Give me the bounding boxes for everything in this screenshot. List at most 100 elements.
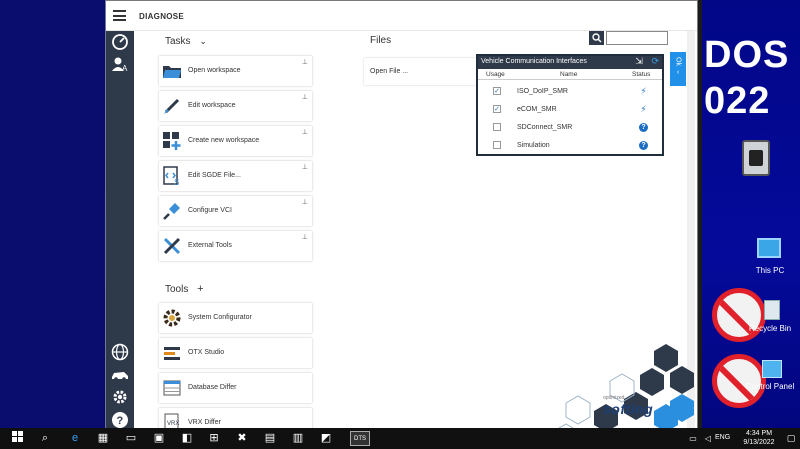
taskbar-app-icon-1[interactable]: ▦ bbox=[95, 431, 111, 446]
vci-device-image bbox=[742, 140, 770, 176]
task-create-new-workspace[interactable]: Create new workspace ⊥ bbox=[159, 126, 312, 156]
settings-gear-icon[interactable] bbox=[110, 388, 130, 408]
tool-otx-studio[interactable]: OTX Studio bbox=[159, 338, 312, 368]
task-open-workspace[interactable]: Open workspace ⊥ bbox=[159, 56, 312, 86]
vci-usage-checkbox[interactable] bbox=[493, 141, 501, 149]
gear-icon bbox=[163, 309, 181, 327]
notifications-icon[interactable]: ▢ bbox=[783, 431, 799, 446]
task-external-tools[interactable]: External Tools ⊥ bbox=[159, 231, 312, 261]
this-pc-label: This PC bbox=[755, 266, 785, 275]
task-configure-vci[interactable]: Configure VCI ⊥ bbox=[159, 196, 312, 226]
vci-name: ISO_DoIP_SMR bbox=[517, 88, 568, 95]
vci-usage-checkbox[interactable]: ✓ bbox=[493, 105, 501, 113]
clock-date: 9/13/2022 bbox=[743, 438, 775, 446]
language-indicator[interactable]: ENG bbox=[715, 434, 730, 441]
volume-icon[interactable]: ◁ bbox=[700, 431, 716, 446]
pin-icon[interactable]: ⊥ bbox=[302, 93, 308, 101]
files-section-title: Files bbox=[370, 35, 392, 46]
taskbar-app-icon-5[interactable]: ⊞ bbox=[206, 431, 222, 446]
open-file-button[interactable]: Open File ... bbox=[364, 58, 476, 85]
taskbar-app-icon-8[interactable]: ▥ bbox=[290, 431, 306, 446]
pin-icon[interactable]: ⊥ bbox=[302, 58, 308, 66]
col-status[interactable]: Status bbox=[632, 71, 650, 78]
vci-row[interactable]: Simulation ? bbox=[478, 137, 662, 155]
side-panel-tab[interactable]: Ok ‹ bbox=[670, 52, 686, 86]
task-label: Configure VCI bbox=[188, 207, 232, 214]
tools-section-title: Tools + bbox=[165, 283, 204, 295]
tool-label: System Configurator bbox=[188, 314, 252, 321]
tool-database-differ[interactable]: Database Differ bbox=[159, 373, 312, 403]
col-usage[interactable]: Usage bbox=[486, 71, 505, 78]
open-file-label: Open File ... bbox=[370, 68, 409, 75]
folder-icon bbox=[163, 66, 181, 78]
diagnose-app-window: DIAGNOSE A ? Tasks ⌄ Open workspace ⊥ Ed bbox=[105, 0, 698, 438]
desktop-left-strip bbox=[0, 0, 104, 428]
control-panel-icon[interactable] bbox=[762, 360, 782, 378]
clock[interactable]: 4:34 PM 9/13/2022 bbox=[737, 430, 781, 447]
export-icon[interactable]: ⇲ bbox=[635, 56, 643, 66]
refresh-icon[interactable]: ⟳ bbox=[651, 56, 659, 66]
taskbar-app-icon-9[interactable]: ◩ bbox=[318, 431, 334, 446]
vci-row[interactable]: ✓ ISO_DoIP_SMR ⚡ bbox=[478, 83, 662, 101]
svg-text:S: S bbox=[174, 178, 179, 186]
task-label: Open workspace bbox=[188, 67, 241, 74]
vci-row[interactable]: SDConnect_SMR ? bbox=[478, 119, 662, 137]
svg-text:?: ? bbox=[117, 415, 124, 427]
col-name[interactable]: Name bbox=[560, 71, 577, 78]
add-tool-icon[interactable]: + bbox=[197, 283, 203, 295]
vci-usage-checkbox[interactable]: ✓ bbox=[493, 87, 501, 95]
app-title: DIAGNOSE bbox=[139, 12, 185, 21]
code-file-icon: S bbox=[163, 166, 179, 186]
pin-icon[interactable]: ⊥ bbox=[302, 128, 308, 136]
desktop-wallpaper-text-1: DOS bbox=[704, 34, 790, 76]
pin-icon[interactable]: ⊥ bbox=[302, 163, 308, 171]
task-label: External Tools bbox=[188, 242, 232, 249]
user-search-icon[interactable]: A bbox=[110, 55, 130, 75]
vci-name: Simulation bbox=[517, 142, 550, 149]
task-edit-workspace[interactable]: Edit workspace ⊥ bbox=[159, 91, 312, 121]
windows-start-icon[interactable] bbox=[9, 431, 25, 446]
pin-icon[interactable]: ⊥ bbox=[302, 198, 308, 206]
hamburger-menu-icon[interactable] bbox=[113, 10, 126, 21]
no-tools-sign-icon bbox=[712, 288, 766, 342]
search-icon[interactable]: ⌕ bbox=[37, 431, 53, 446]
tasks-section-title: Tasks ⌄ bbox=[165, 36, 207, 47]
taskbar-app-icon-2[interactable]: ▭ bbox=[123, 431, 139, 446]
tool-label: Database Differ bbox=[188, 384, 237, 391]
this-pc-icon[interactable] bbox=[757, 238, 781, 258]
taskbar-app-icon-3[interactable]: ▣ bbox=[151, 431, 167, 446]
vehicle-communication-interfaces-panel: Vehicle Communication Interfaces ⇲ ⟳ Usa… bbox=[476, 54, 664, 156]
chevron-left-icon: ‹ bbox=[676, 69, 680, 76]
dashboard-gauge-icon[interactable] bbox=[110, 33, 130, 53]
dts-taskbar-button[interactable]: DTS bbox=[350, 431, 370, 446]
search-button[interactable] bbox=[589, 31, 604, 45]
edge-browser-icon[interactable]: e bbox=[67, 431, 83, 446]
search-input[interactable] bbox=[606, 31, 668, 45]
task-edit-sgde-file[interactable]: S Edit SGDE File... ⊥ bbox=[159, 161, 312, 191]
globe-icon[interactable] bbox=[110, 343, 130, 363]
network-icon[interactable]: ▭ bbox=[685, 431, 701, 446]
clock-time: 4:34 PM bbox=[745, 430, 773, 437]
taskbar-app-icon-7[interactable]: ▤ bbox=[262, 431, 278, 446]
connected-plug-icon: ⚡ bbox=[640, 104, 647, 114]
tool-system-configurator[interactable]: System Configurator bbox=[159, 303, 312, 333]
tool-label: OTX Studio bbox=[188, 349, 225, 356]
task-label: Create new workspace bbox=[188, 137, 260, 144]
no-soldering-sign-icon bbox=[712, 354, 766, 408]
taskbar-app-icon-4[interactable]: ◧ bbox=[179, 431, 195, 446]
hexagon-decoration bbox=[554, 344, 694, 432]
tools-icon bbox=[163, 237, 181, 255]
vci-usage-checkbox[interactable] bbox=[493, 123, 501, 131]
connected-plug-icon: ⚡ bbox=[640, 86, 647, 96]
brand-logo: softing bbox=[603, 401, 654, 417]
control-panel-label: Control Panel bbox=[745, 382, 795, 391]
recycle-bin-icon[interactable] bbox=[764, 300, 780, 320]
pin-icon[interactable]: ⊥ bbox=[302, 233, 308, 241]
vci-column-headers: Usage Name Status bbox=[478, 70, 662, 80]
tool-label: VRX Differ bbox=[188, 419, 221, 426]
windows-taskbar: ⌕ e ▦ ▭ ▣ ◧ ⊞ ✖ ▤ ▥ ◩ DTS ▭ ◁ ENG 4:34 P… bbox=[0, 428, 800, 449]
taskbar-app-icon-6[interactable]: ✖ bbox=[234, 431, 250, 446]
car-icon[interactable] bbox=[110, 366, 130, 386]
chevron-down-icon[interactable]: ⌄ bbox=[199, 36, 207, 46]
vci-row[interactable]: ✓ eCOM_SMR ⚡ bbox=[478, 101, 662, 119]
